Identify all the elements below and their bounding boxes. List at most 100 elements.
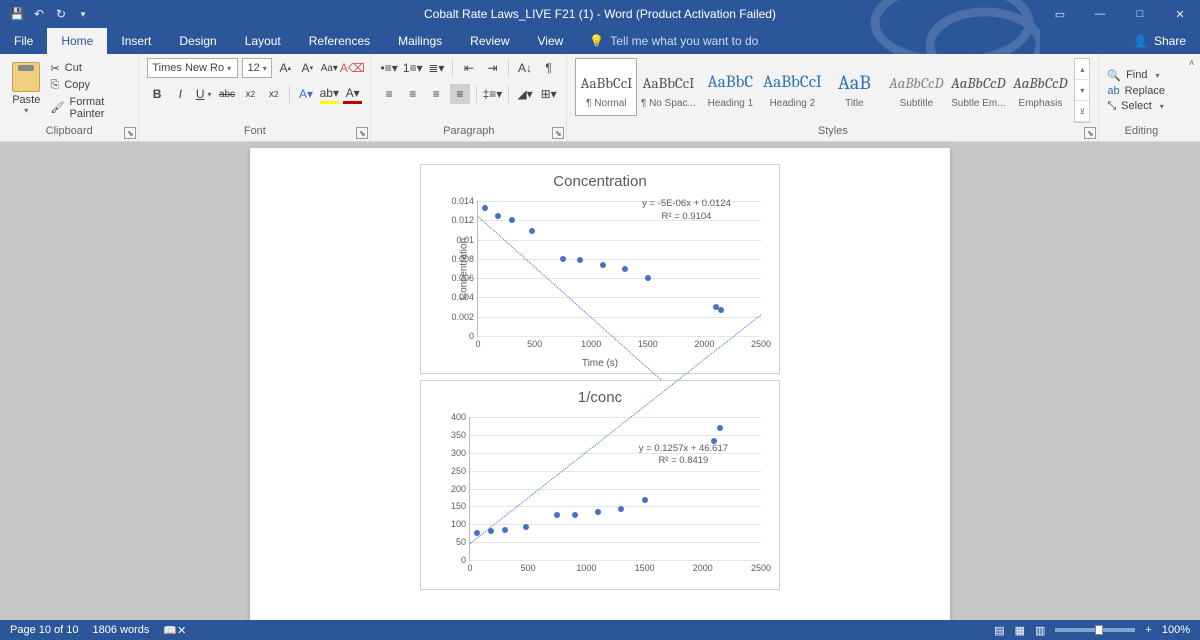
underline-icon[interactable]: U▾	[194, 84, 213, 104]
y-tick: 300	[451, 448, 470, 458]
page-number[interactable]: Page 10 of 10	[10, 624, 79, 636]
subscript-icon[interactable]: x2	[241, 84, 260, 104]
select-button[interactable]: ⤡Select▾	[1107, 100, 1175, 113]
x-tick: 2500	[751, 336, 771, 349]
replace-button[interactable]: abReplace	[1107, 85, 1175, 97]
view-read-icon[interactable]: ▤	[994, 624, 1004, 637]
format-painter-button[interactable]: 🖌Format Painter	[51, 95, 131, 121]
align-left-icon[interactable]: ≡	[379, 84, 399, 104]
style-emphasis[interactable]: AaBbCcDEmphasis	[1009, 58, 1071, 116]
style---no-spac---[interactable]: AaBbCcI¶ No Spac...	[637, 58, 699, 116]
document-title: Cobalt Rate Laws_LIVE F21 (1) - Word (Pr…	[424, 7, 776, 21]
increase-indent-icon[interactable]: ⇥	[483, 58, 503, 78]
styles-down-icon[interactable]: ▾	[1075, 80, 1089, 101]
group-paragraph-label: Paragraph	[379, 123, 558, 139]
paste-icon[interactable]	[12, 62, 40, 92]
y-axis-label: Concentration	[459, 238, 470, 300]
tab-insert[interactable]: Insert	[107, 28, 165, 54]
qat-customize-icon[interactable]: ▾	[76, 7, 90, 21]
font-dialog-icon[interactable]: ⬊	[356, 127, 368, 139]
font-size-combo[interactable]: 12▾	[242, 58, 272, 78]
decrease-indent-icon[interactable]: ⇤	[459, 58, 479, 78]
style-title[interactable]: AaBTitle	[823, 58, 885, 116]
redo-icon[interactable]: ↻	[54, 7, 68, 21]
borders-icon[interactable]: ⊞▾	[539, 84, 559, 104]
styles-more-icon[interactable]: ⊻	[1075, 101, 1089, 122]
y-tick: 0.012	[451, 215, 478, 225]
x-tick: 1500	[635, 560, 655, 573]
find-button[interactable]: 🔍Find▾	[1107, 69, 1175, 82]
maximize-icon[interactable]: □	[1120, 0, 1160, 28]
numbering-icon[interactable]: 1≡▾	[403, 58, 423, 78]
shading-icon[interactable]: ◢▾	[515, 84, 535, 104]
bold-icon[interactable]: B	[147, 84, 166, 104]
share-icon: 👤	[1133, 34, 1148, 48]
style-subtle-em---[interactable]: AaBbCcDSubtle Em...	[947, 58, 1009, 116]
highlight-icon[interactable]: ab▾	[320, 84, 339, 104]
view-print-icon[interactable]: ▦	[1015, 624, 1025, 637]
align-center-icon[interactable]: ≡	[403, 84, 423, 104]
data-point	[572, 512, 578, 518]
data-point	[474, 530, 480, 536]
shrink-font-icon[interactable]: A▾	[298, 58, 316, 78]
styles-up-icon[interactable]: ▴	[1075, 59, 1089, 80]
style---normal[interactable]: AaBbCcI¶ Normal	[575, 58, 637, 116]
clear-format-icon[interactable]: A⌫	[342, 58, 362, 78]
page: Concentration00.0020.0040.0060.0080.010.…	[250, 148, 950, 620]
close-icon[interactable]: ✕	[1160, 0, 1200, 28]
x-tick: 1000	[576, 560, 596, 573]
tab-view[interactable]: View	[524, 28, 578, 54]
style-heading-2[interactable]: AaBbCcIHeading 2	[761, 58, 823, 116]
tab-home[interactable]: Home	[47, 28, 107, 54]
data-point	[577, 257, 583, 263]
sort-icon[interactable]: A↓	[515, 58, 535, 78]
chart-inverse-concentration[interactable]: 1/conc0501001502002503003504000500100015…	[420, 380, 780, 590]
tab-references[interactable]: References	[295, 28, 384, 54]
paste-dropdown-icon[interactable]: ▾	[24, 106, 28, 115]
change-case-icon[interactable]: Aa▾	[320, 58, 338, 78]
strike-icon[interactable]: abc	[217, 84, 236, 104]
align-right-icon[interactable]: ≡	[426, 84, 446, 104]
grow-font-icon[interactable]: A▴	[276, 58, 294, 78]
paste-button[interactable]: Paste	[12, 94, 40, 106]
clipboard-dialog-icon[interactable]: ⬊	[124, 127, 136, 139]
tab-mailings[interactable]: Mailings	[384, 28, 456, 54]
styles-dialog-icon[interactable]: ⬊	[1084, 127, 1096, 139]
scissors-icon: ✂	[51, 62, 60, 75]
text-effects-icon[interactable]: A▾	[296, 84, 315, 104]
multilevel-icon[interactable]: ≣▾	[427, 58, 447, 78]
ribbon-options-icon[interactable]: ▭	[1040, 0, 1080, 28]
minimize-icon[interactable]: —	[1080, 0, 1120, 28]
justify-icon[interactable]: ≡	[450, 84, 470, 104]
tab-review[interactable]: Review	[456, 28, 523, 54]
tab-design[interactable]: Design	[165, 28, 230, 54]
data-point	[502, 527, 508, 533]
line-spacing-icon[interactable]: ‡≡▾	[483, 84, 503, 104]
style-subtitle[interactable]: AaBbCcDSubtitle	[885, 58, 947, 116]
tab-file[interactable]: File	[0, 28, 47, 54]
document-area[interactable]: Concentration00.0020.0040.0060.0080.010.…	[0, 142, 1200, 620]
trend-equation: y = 0.1257x + 46.617R² = 0.8419	[639, 443, 728, 468]
share-button[interactable]: 👤Share	[1119, 34, 1200, 48]
bullets-icon[interactable]: •≡▾	[379, 58, 399, 78]
zoom-slider[interactable]	[1055, 628, 1135, 632]
view-web-icon[interactable]: ▥	[1035, 624, 1045, 637]
paragraph-dialog-icon[interactable]: ⬊	[552, 127, 564, 139]
style-heading-1[interactable]: AaBbCHeading 1	[699, 58, 761, 116]
word-count[interactable]: 1806 words	[93, 624, 150, 636]
font-color-icon[interactable]: A▾	[343, 84, 362, 104]
copy-button[interactable]: ⎘Copy	[51, 78, 131, 93]
italic-icon[interactable]: I	[171, 84, 190, 104]
y-tick: 400	[451, 412, 470, 422]
show-marks-icon[interactable]: ¶	[539, 58, 559, 78]
undo-icon[interactable]: ↶	[32, 7, 46, 21]
collapse-ribbon-icon[interactable]: ˄	[1183, 54, 1200, 141]
tab-layout[interactable]: Layout	[231, 28, 295, 54]
font-name-combo[interactable]: Times New Ro▾	[147, 58, 238, 78]
tell-me[interactable]: 💡Tell me what you want to do	[577, 34, 770, 48]
superscript-icon[interactable]: x2	[264, 84, 283, 104]
save-icon[interactable]: 💾	[10, 7, 24, 21]
zoom-level[interactable]: 100%	[1162, 624, 1190, 636]
spellcheck-icon[interactable]: 📖✕	[163, 624, 186, 637]
cut-button[interactable]: ✂Cut	[51, 61, 131, 76]
